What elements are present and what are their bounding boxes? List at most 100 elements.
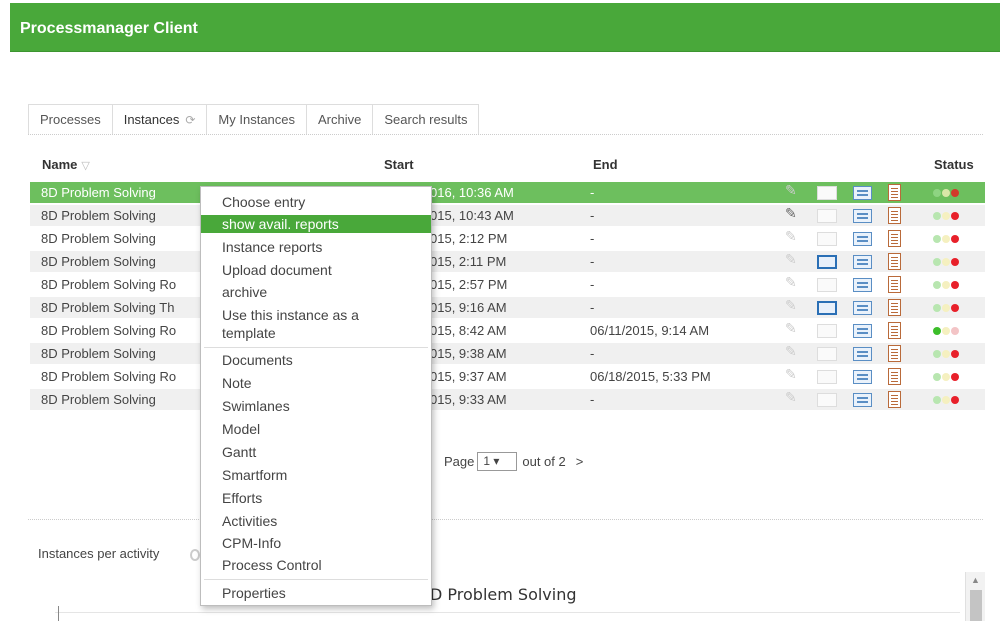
book-icon[interactable] — [817, 232, 837, 246]
tab-processes[interactable]: Processes — [28, 104, 113, 135]
table-row[interactable]: 8D Problem Solving Ro 015, 9:37 AM 06/18… — [30, 366, 985, 387]
instance-end: - — [590, 392, 595, 407]
book-icon[interactable] — [817, 324, 837, 338]
card-icon[interactable] — [853, 186, 872, 200]
document-icon[interactable] — [888, 253, 901, 270]
menu-item-swimlanes[interactable]: Swimlanes — [201, 397, 431, 415]
paperclip-icon[interactable]: ✎ — [785, 274, 803, 291]
book-icon[interactable] — [817, 370, 837, 384]
traffic-light-icon — [933, 281, 973, 289]
menu-item-choose-entry[interactable]: Choose entry — [201, 193, 431, 211]
document-icon[interactable] — [888, 345, 901, 362]
document-icon[interactable] — [888, 299, 901, 316]
document-icon[interactable] — [888, 207, 901, 224]
card-icon[interactable] — [853, 232, 872, 246]
tab-search-results[interactable]: Search results — [372, 104, 480, 135]
menu-item-documents[interactable]: Documents — [201, 351, 431, 369]
page-select[interactable]: 1 ▾ — [477, 452, 518, 471]
table-row[interactable]: 8D Problem Solving 015, 2:12 PM - ✎ — [30, 228, 985, 249]
menu-item-upload-document[interactable]: Upload document — [201, 261, 431, 279]
menu-item-archive[interactable]: archive — [201, 283, 431, 301]
paperclip-icon[interactable]: ✎ — [785, 182, 803, 199]
table-row[interactable]: 8D Problem Solving Ro 015, 2:57 PM - ✎ — [30, 274, 985, 295]
column-header-start[interactable]: Start — [384, 157, 414, 172]
table-row[interactable]: 8D Problem Solving Th 015, 9:16 AM - ✎ — [30, 297, 985, 318]
document-icon[interactable] — [888, 322, 901, 339]
document-icon[interactable] — [888, 391, 901, 408]
card-icon[interactable] — [853, 370, 872, 384]
paperclip-icon[interactable]: ✎ — [785, 205, 803, 222]
card-icon[interactable] — [853, 255, 872, 269]
instance-name: 8D Problem Solving Ro — [41, 277, 177, 292]
tab-my-instances[interactable]: My Instances — [206, 104, 308, 135]
book-icon[interactable] — [817, 301, 837, 315]
tab-instances[interactable]: Instances ⟳ — [111, 104, 208, 135]
menu-item-model[interactable]: Model — [201, 420, 431, 438]
instance-name: 8D Problem Solving — [41, 254, 156, 269]
column-header-status[interactable]: Status — [934, 157, 974, 172]
menu-item-process-control[interactable]: Process Control — [201, 556, 431, 574]
menu-item-gantt[interactable]: Gantt — [201, 443, 431, 461]
card-icon[interactable] — [853, 393, 872, 407]
document-icon[interactable] — [888, 276, 901, 293]
table-row[interactable]: 8D Problem Solving 015, 2:11 PM - ✎ — [30, 251, 985, 272]
paperclip-icon[interactable]: ✎ — [785, 343, 803, 360]
menu-item-instance-reports[interactable]: Instance reports — [201, 238, 431, 256]
menu-item-note[interactable]: Note — [201, 374, 431, 392]
menu-item-efforts[interactable]: Efforts — [201, 489, 431, 507]
tab-archive[interactable]: Archive — [306, 104, 374, 135]
column-header-end[interactable]: End — [593, 157, 618, 172]
column-header-name[interactable]: Name ▽ — [42, 157, 90, 172]
funnel-icon[interactable]: ▽ — [81, 159, 89, 172]
next-page-button[interactable]: > — [576, 454, 584, 469]
table-row[interactable]: 8D Problem Solving 015, 9:38 AM - ✎ — [30, 343, 985, 364]
card-icon[interactable] — [853, 324, 872, 338]
paperclip-icon[interactable]: ✎ — [785, 251, 803, 268]
menu-item-activities[interactable]: Activities — [201, 512, 431, 530]
table-row[interactable]: 8D Problem Solving Ro 015, 8:42 AM 06/11… — [30, 320, 985, 341]
paperclip-icon[interactable]: ✎ — [785, 228, 803, 245]
document-icon[interactable] — [888, 184, 901, 201]
book-icon[interactable] — [817, 255, 837, 269]
table-row[interactable]: 8D Problem Solving 015, 9:33 AM - ✎ — [30, 389, 985, 410]
app-header: Processmanager Client — [10, 3, 1000, 52]
tab-label: Instances — [123, 112, 180, 127]
menu-item-use-as-template[interactable]: Use this instance as a template — [201, 306, 431, 342]
instance-end: - — [590, 185, 595, 200]
paperclip-icon[interactable]: ✎ — [785, 297, 803, 314]
document-icon[interactable] — [888, 230, 901, 247]
document-icon[interactable] — [888, 368, 901, 385]
tab-label: Search results — [384, 112, 468, 127]
book-icon[interactable] — [817, 347, 837, 361]
book-icon[interactable] — [817, 186, 837, 200]
instance-name: 8D Problem Solving — [41, 185, 156, 200]
refresh-icon[interactable]: ⟳ — [185, 105, 195, 135]
scrollbar-thumb[interactable] — [970, 590, 982, 621]
scroll-up-icon[interactable]: ▲ — [971, 575, 980, 585]
paperclip-icon[interactable]: ✎ — [785, 389, 803, 406]
chart-scrollbar[interactable]: ▲ — [965, 572, 985, 621]
book-icon[interactable] — [817, 393, 837, 407]
paperclip-icon[interactable]: ✎ — [785, 320, 803, 337]
menu-item-show-avail-reports[interactable]: show avail. reports — [201, 215, 431, 233]
menu-item-smartform[interactable]: Smartform — [201, 466, 431, 484]
instances-per-activity-label: Instances per activity — [38, 546, 160, 561]
menu-item-cpm-info[interactable]: CPM-Info — [201, 534, 431, 552]
book-icon[interactable] — [817, 209, 837, 223]
card-icon[interactable] — [853, 301, 872, 315]
card-icon[interactable] — [853, 278, 872, 292]
book-icon[interactable] — [817, 278, 837, 292]
table-row[interactable]: 8D Problem Solving 015, 10:43 AM - ✎ — [30, 205, 985, 226]
instance-end: - — [590, 300, 595, 315]
tab-label: Archive — [318, 112, 362, 127]
instance-name: 8D Problem Solving — [41, 392, 156, 407]
card-icon[interactable] — [853, 347, 872, 361]
refresh-icon[interactable] — [190, 549, 200, 561]
paperclip-icon[interactable]: ✎ — [785, 366, 803, 383]
instance-end: 06/11/2015, 9:14 AM — [590, 323, 710, 338]
traffic-light-icon — [933, 235, 973, 243]
pagination: Page 1 ▾ out of 2 > — [444, 452, 583, 471]
table-row[interactable]: 8D Problem Solving 016, 10:36 AM - ✎ — [30, 182, 985, 203]
card-icon[interactable] — [853, 209, 872, 223]
menu-item-properties[interactable]: Properties — [201, 584, 431, 602]
